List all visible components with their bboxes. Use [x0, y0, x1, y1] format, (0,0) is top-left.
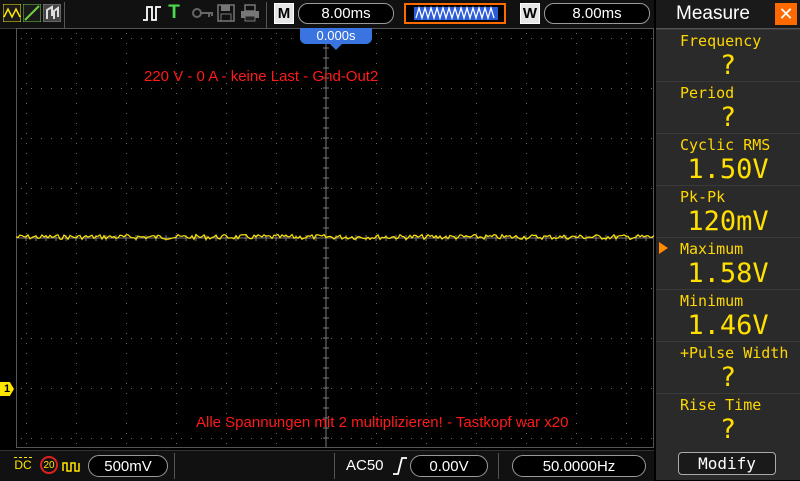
measure-label-4[interactable]: Maximum — [656, 237, 800, 259]
channel1-trace — [16, 233, 654, 241]
measure-label-0[interactable]: Frequency — [656, 29, 800, 51]
window-timebase-value[interactable]: 8.00ms — [544, 3, 650, 24]
bandwidth-limit-icon: 20 — [40, 456, 58, 474]
memory-window-bar[interactable] — [404, 3, 506, 24]
measure-title: Measure — [676, 3, 750, 24]
measure-value-2: 1.50V — [687, 154, 769, 185]
annotation-bottom: Alle Spannungen mit 2 multiplizieren! - … — [196, 414, 569, 431]
main-timebase-value[interactable]: 8.00ms — [298, 3, 394, 24]
measure-value-4: 1.58V — [687, 258, 769, 289]
measure-label-7[interactable]: Rise Time — [656, 393, 800, 415]
save-icon[interactable] — [216, 3, 236, 23]
measure-panel-header: Measure ✕ — [656, 0, 800, 29]
trigger-position-marker[interactable]: 0.000s — [300, 28, 372, 44]
measure-value-3: 120mV — [687, 206, 769, 237]
trigger-slope-icon — [392, 456, 408, 481]
measure-value-0: ? — [719, 50, 737, 81]
status-bar: DC 20 500mV AC50 0.00V 50.0000Hz — [0, 450, 654, 481]
measure-label-1[interactable]: Period — [656, 81, 800, 103]
window-timebase-label: W — [520, 3, 540, 24]
display-vector-icon[interactable] — [22, 3, 42, 23]
waveform-display[interactable]: 220 V - 0 A - keine Last - Gnd-Out2 Alle… — [16, 28, 654, 448]
measure-value-6: ? — [719, 362, 737, 393]
measure-value-1: ? — [719, 102, 737, 133]
trigger-position-arrow — [330, 44, 342, 50]
key-icon — [192, 3, 214, 23]
top-toolbar: T M 8.00ms W 8.00ms — [0, 0, 654, 29]
persistence-icon[interactable] — [42, 3, 62, 23]
measure-label-2[interactable]: Cyclic RMS — [656, 133, 800, 155]
channel1-ground-marker[interactable]: 1 — [0, 382, 14, 396]
annotation-top: 220 V - 0 A - keine Last - Gnd-Out2 — [144, 68, 379, 85]
selected-arrow-icon — [659, 242, 668, 254]
measure-value-5: 1.46V — [687, 310, 769, 341]
channel-waveform-icon[interactable] — [2, 3, 22, 23]
close-icon[interactable]: ✕ — [775, 3, 797, 25]
measure-value-7: ? — [719, 414, 737, 445]
trigger-status: T — [168, 2, 180, 23]
main-timebase-label: M — [274, 3, 294, 24]
volts-per-div[interactable]: 500mV — [88, 455, 168, 477]
modify-button[interactable]: Modify — [678, 452, 776, 475]
measure-label-3[interactable]: Pk-Pk — [656, 185, 800, 207]
trigger-edge-icon[interactable] — [142, 3, 162, 23]
trigger-mode: AC50 — [346, 457, 384, 474]
measure-label-6[interactable]: +Pulse Width — [656, 341, 800, 363]
measure-label-5[interactable]: Minimum — [656, 289, 800, 311]
frequency-counter: 50.0000Hz — [512, 455, 646, 477]
measure-panel: Measure ✕ Frequency? Period? Cyclic RMS 1.5… — [656, 0, 800, 480]
trigger-level[interactable]: 0.00V — [410, 455, 488, 477]
print-icon[interactable] — [240, 3, 260, 23]
probe-icon — [62, 459, 82, 477]
coupling-indicator: DC — [14, 457, 32, 472]
